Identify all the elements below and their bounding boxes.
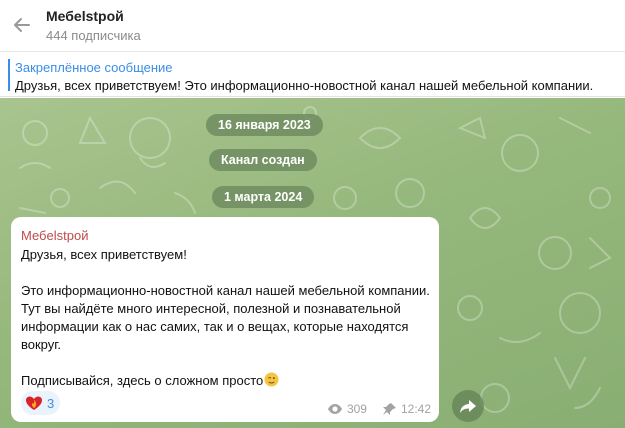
reaction-chip[interactable]: 3 [21, 391, 61, 415]
heart-on-fire-icon [26, 396, 42, 410]
pin-icon [382, 403, 396, 415]
winking-face-icon [264, 372, 279, 387]
view-count: 309 [346, 402, 367, 416]
message-meta: 309 12:42 [327, 402, 431, 416]
message-text: Друзья, всех приветствуем! Это информаци… [21, 246, 431, 390]
forward-button[interactable] [452, 390, 484, 422]
message-time: 12:42 [400, 402, 431, 416]
reaction-count: 3 [47, 395, 55, 411]
chat-area: 16 января 2023 Канал создан 1 марта 2024… [0, 98, 625, 428]
service-message-channel-created: Канал создан [209, 149, 317, 171]
views-eye-icon [327, 404, 342, 414]
date-separator: 1 марта 2024 [212, 186, 315, 208]
pinned-message-bar[interactable]: Закреплённое сообщение Друзья, всех прив… [0, 53, 625, 97]
arrow-left-icon[interactable] [10, 13, 34, 37]
message-body: Друзья, всех приветствуем! Это информаци… [21, 247, 430, 388]
pinned-accent-bar [8, 59, 10, 91]
subscriber-count: 444 подписчика [46, 28, 141, 43]
pinned-label: Закреплённое сообщение [15, 60, 173, 75]
date-separator: 16 января 2023 [206, 114, 323, 136]
chat-header: Мебelstрой 444 подписчика [0, 0, 625, 52]
message-author[interactable]: Мебelstрой [21, 228, 88, 243]
forward-arrow-icon [460, 400, 476, 413]
message-bubble[interactable]: Мебelstрой Друзья, всех приветствуем! Эт… [11, 217, 439, 422]
channel-name[interactable]: Мебelstрой [46, 8, 124, 24]
pinned-text: Друзья, всех приветствуем! Это информаци… [15, 78, 594, 93]
